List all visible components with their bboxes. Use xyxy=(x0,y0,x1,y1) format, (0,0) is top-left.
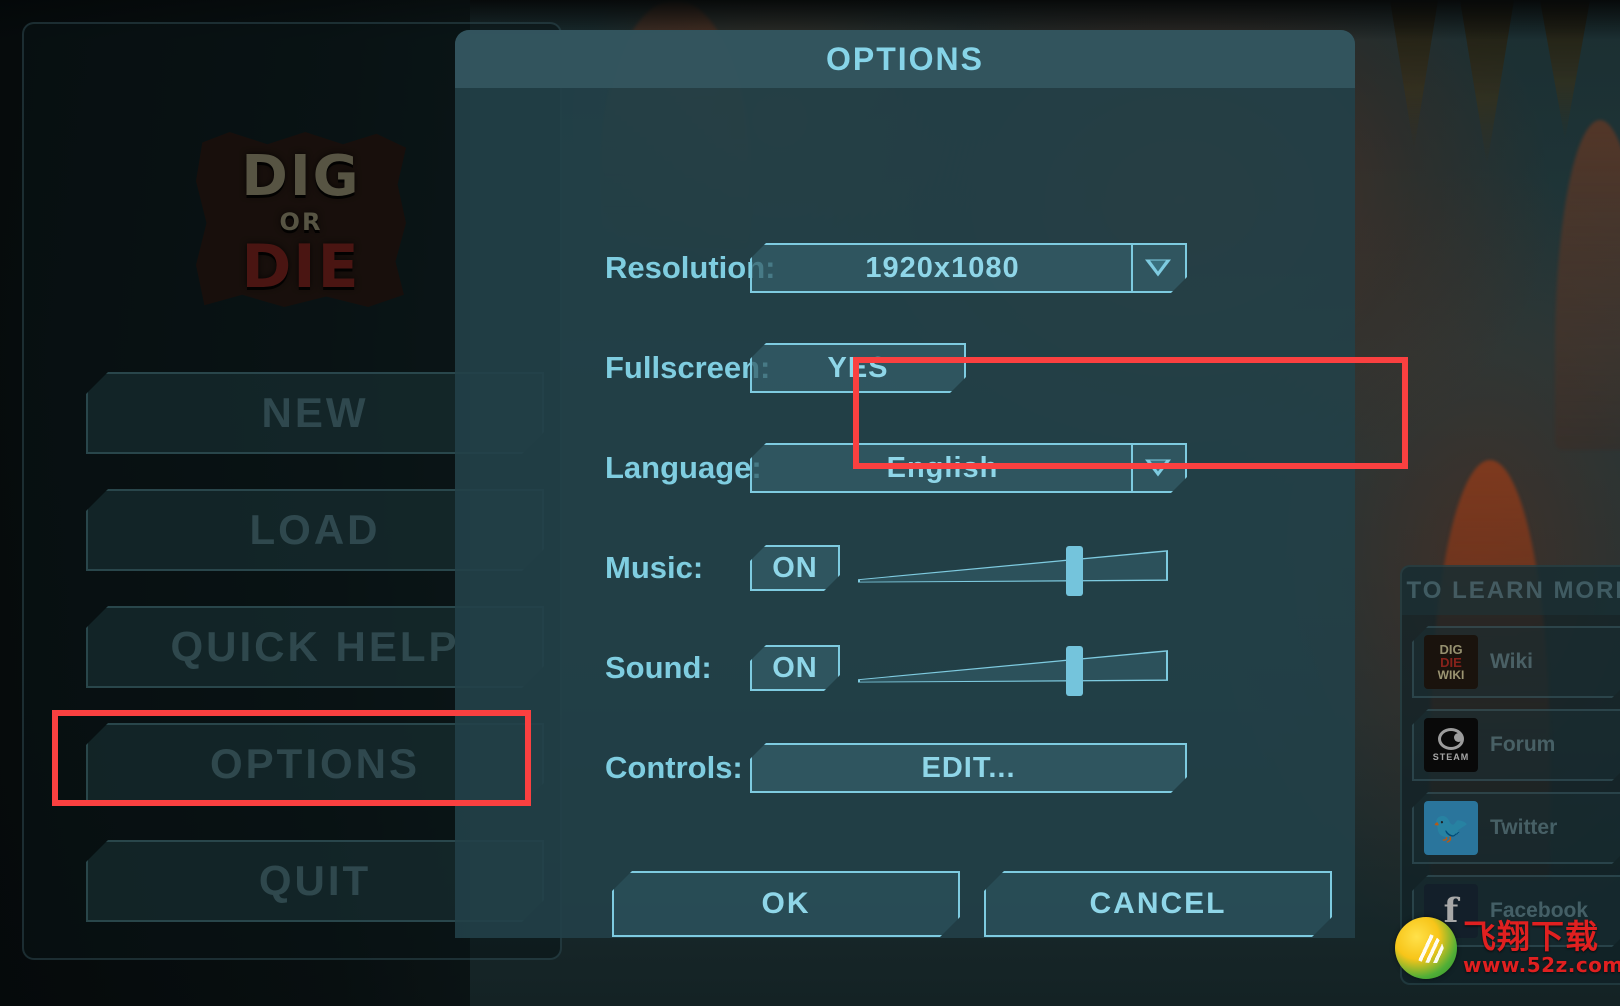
learn-more-item-wiki[interactable]: DIG DIE WIKI Wiki xyxy=(1412,626,1620,698)
language-value: English xyxy=(886,451,999,484)
dropdown-divider xyxy=(1131,445,1133,491)
controls-value: EDIT... xyxy=(921,751,1016,784)
dialog-title: OPTIONS xyxy=(455,30,1355,88)
watermark: 飞翔下载 www.52z.com xyxy=(1395,905,1620,991)
row-resolution: Resolution: 1920x1080 xyxy=(455,240,1355,296)
chevron-down-icon xyxy=(1145,460,1171,477)
row-language: Language: English xyxy=(455,440,1355,496)
slider-handle[interactable] xyxy=(1066,546,1084,596)
row-sound: Sound: ON xyxy=(455,640,1355,696)
resolution-label: Resolution: xyxy=(605,250,776,285)
music-label: Music: xyxy=(605,550,704,585)
game-logo: DIG OR DIE xyxy=(196,132,406,307)
sound-volume-slider[interactable] xyxy=(858,640,1168,696)
learn-more-item-forum[interactable]: STEAM Forum xyxy=(1412,709,1620,781)
slider-track xyxy=(858,650,1168,683)
learn-more-label: Wiki xyxy=(1490,650,1533,673)
resolution-dropdown[interactable]: 1920x1080 xyxy=(750,243,1187,293)
row-fullscreen: Fullscreen: YES xyxy=(455,340,1355,396)
dropdown-divider xyxy=(1131,245,1133,291)
logo-text-die: DIE xyxy=(241,232,361,302)
options-dialog: OPTIONS Resolution: 1920x1080 Fullscreen… xyxy=(455,30,1355,938)
slider-track xyxy=(858,550,1168,583)
fullscreen-label: Fullscreen: xyxy=(605,350,771,385)
cancel-button[interactable]: CANCEL xyxy=(984,871,1332,937)
fullscreen-value: YES xyxy=(827,351,889,384)
logo-text-dig: DIG xyxy=(241,144,361,209)
music-toggle[interactable]: ON xyxy=(750,545,840,591)
watermark-logo-icon xyxy=(1395,917,1457,979)
controls-label: Controls: xyxy=(605,750,743,785)
language-dropdown[interactable]: English xyxy=(750,443,1187,493)
music-value: ON xyxy=(772,551,818,584)
ok-button[interactable]: OK xyxy=(612,871,960,937)
sound-value: ON xyxy=(772,651,818,684)
dialog-body: Resolution: 1920x1080 Fullscreen: YES La… xyxy=(455,88,1355,938)
resolution-value: 1920x1080 xyxy=(865,251,1020,284)
fullscreen-toggle[interactable]: YES xyxy=(750,343,966,393)
learn-more-item-twitter[interactable]: 🐦 Twitter xyxy=(1412,792,1620,864)
watermark-text: 飞翔下载 www.52z.com xyxy=(1463,920,1620,977)
row-music: Music: ON xyxy=(455,540,1355,596)
learn-more-title: TO LEARN MORE xyxy=(1402,567,1620,615)
learn-more-label: Twitter xyxy=(1490,816,1558,839)
language-label: Language: xyxy=(605,450,762,485)
screen: DIG OR DIE NEW LOAD QUICK HELP OPTIONS Q… xyxy=(0,0,1620,1006)
row-controls: Controls: EDIT... xyxy=(455,740,1355,796)
music-volume-slider[interactable] xyxy=(858,540,1168,596)
twitter-icon: 🐦 xyxy=(1424,801,1478,855)
controls-edit-button[interactable]: EDIT... xyxy=(750,743,1187,793)
wiki-icon: DIG DIE WIKI xyxy=(1424,635,1478,689)
slider-handle[interactable] xyxy=(1066,646,1084,696)
sound-toggle[interactable]: ON xyxy=(750,645,840,691)
sound-label: Sound: xyxy=(605,650,712,685)
chevron-down-icon xyxy=(1145,260,1171,277)
watermark-site-name: 飞翔下载 xyxy=(1463,916,1599,956)
learn-more-label: Forum xyxy=(1490,733,1556,756)
watermark-url: www.52z.com xyxy=(1463,952,1620,977)
steam-icon: STEAM xyxy=(1424,718,1478,772)
